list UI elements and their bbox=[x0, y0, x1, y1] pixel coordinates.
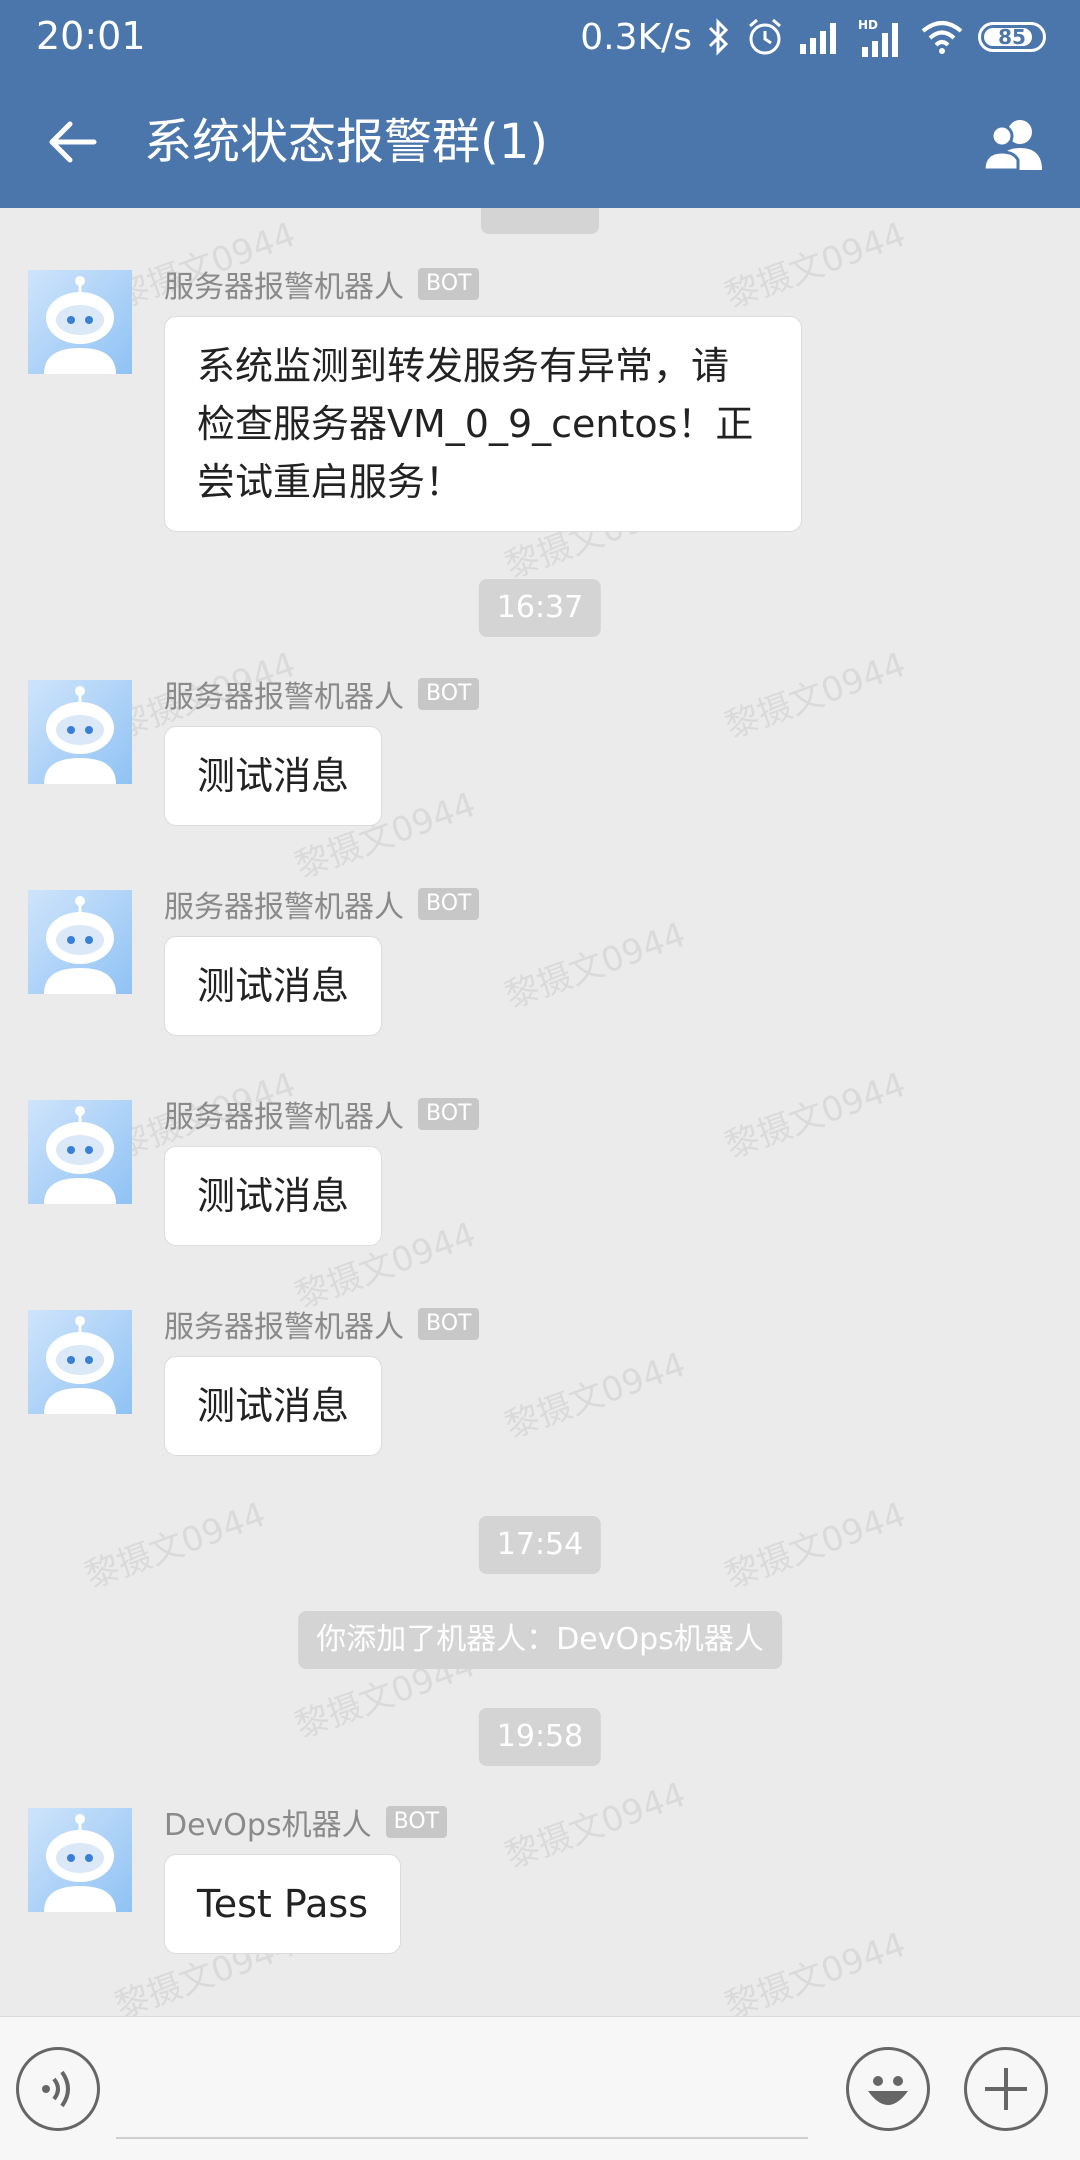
sender-name: 服务器报警机器人 bbox=[164, 1100, 404, 1135]
sender-row: 服务器报警机器人 BOT bbox=[164, 882, 480, 926]
time-divider: 19:58 bbox=[478, 1708, 602, 1766]
watermark: 黎摄文0944 bbox=[500, 914, 691, 1017]
message-bubble[interactable]: 测试消息 bbox=[164, 1356, 383, 1456]
time-divider: 16:37 bbox=[478, 579, 602, 637]
sender-row: DevOps机器人 BOT bbox=[164, 1800, 448, 1844]
bot-avatar[interactable] bbox=[28, 1100, 132, 1204]
message-text: 测试消息 bbox=[197, 1384, 350, 1428]
time-divider: 17:54 bbox=[478, 1516, 602, 1574]
back-arrow-icon bbox=[49, 121, 97, 163]
sender-name: DevOps机器人 bbox=[164, 1808, 372, 1843]
status-icons: 0.3K/s HD 85 bbox=[580, 12, 1046, 62]
message-bubble[interactable]: 测试消息 bbox=[164, 1146, 383, 1246]
back-button[interactable] bbox=[36, 106, 108, 178]
watermark: 黎摄文0944 bbox=[720, 1494, 911, 1597]
group-members-icon bbox=[982, 120, 1042, 172]
net-speed: 0.3K/s bbox=[580, 16, 692, 58]
bot-avatar[interactable] bbox=[28, 1310, 132, 1414]
bot-avatar[interactable] bbox=[28, 270, 132, 374]
bot-badge: BOT bbox=[418, 1308, 480, 1340]
alarm-icon bbox=[746, 17, 784, 57]
wifi-icon bbox=[920, 19, 964, 55]
watermark: 黎摄文0944 bbox=[720, 1924, 911, 2016]
robot-avatar-icon bbox=[44, 686, 116, 784]
sender-row: 服务器报警机器人 BOT bbox=[164, 672, 480, 716]
message-text: 系统监测到转发服务有异常，请 检查服务器VM_0_9_centos！正 尝试重启… bbox=[197, 344, 754, 504]
svg-text:HD: HD bbox=[858, 18, 878, 32]
bot-avatar[interactable] bbox=[28, 890, 132, 994]
sender-name: 服务器报警机器人 bbox=[164, 1310, 404, 1345]
signal-icon bbox=[798, 20, 842, 54]
watermark: 黎摄文0944 bbox=[500, 1774, 691, 1877]
status-bar: 20:01 0.3K/s HD 85 bbox=[0, 0, 1080, 76]
plus-icon bbox=[985, 2068, 1027, 2110]
voice-button[interactable] bbox=[16, 2047, 100, 2131]
emoji-icon bbox=[868, 2076, 908, 2105]
bot-badge: BOT bbox=[418, 888, 480, 920]
sender-name: 服务器报警机器人 bbox=[164, 680, 404, 715]
message-bubble[interactable]: 测试消息 bbox=[164, 936, 383, 1036]
sender-row: 服务器报警机器人 BOT bbox=[164, 1092, 480, 1136]
battery-icon: 85 bbox=[978, 22, 1046, 52]
bot-avatar[interactable] bbox=[28, 680, 132, 784]
message-text: 测试消息 bbox=[197, 964, 350, 1008]
bot-badge: BOT bbox=[418, 678, 480, 710]
chat-title: 系统状态报警群(1) bbox=[144, 114, 548, 170]
group-members-button[interactable] bbox=[974, 104, 1054, 184]
watermark: 黎摄文0944 bbox=[720, 1064, 911, 1167]
robot-avatar-icon bbox=[44, 1814, 116, 1912]
message-text: Test Pass bbox=[197, 1882, 368, 1926]
watermark: 黎摄文0944 bbox=[80, 1494, 271, 1597]
title-bar: 系统状态报警群(1) bbox=[0, 76, 1080, 208]
message-text: 测试消息 bbox=[197, 754, 350, 798]
chat-area[interactable]: 黎摄文0944 黎摄文0944 黎摄文0944 黎摄文0944 黎摄文0944 … bbox=[0, 208, 1080, 2016]
status-time: 20:01 bbox=[36, 14, 146, 58]
sender-name: 服务器报警机器人 bbox=[164, 270, 404, 305]
sender-row: 服务器报警机器人 BOT bbox=[164, 262, 480, 306]
sender-row: 服务器报警机器人 BOT bbox=[164, 1302, 480, 1346]
voice-icon bbox=[42, 2070, 70, 2108]
watermark: 黎摄文0944 bbox=[720, 214, 911, 317]
message-input[interactable] bbox=[116, 2039, 808, 2139]
time-divider-partial bbox=[481, 208, 599, 234]
message-bubble[interactable]: Test Pass bbox=[164, 1854, 401, 1954]
robot-avatar-icon bbox=[44, 276, 116, 374]
battery-level: 85 bbox=[998, 25, 1026, 49]
hd-signal-icon: HD bbox=[856, 17, 906, 57]
bot-badge: BOT bbox=[418, 1098, 480, 1130]
robot-avatar-icon bbox=[44, 1316, 116, 1414]
system-notice: 你添加了机器人：DevOps机器人 bbox=[298, 1611, 782, 1669]
bot-badge: BOT bbox=[385, 1806, 448, 1838]
emoji-button[interactable] bbox=[846, 2047, 930, 2131]
robot-avatar-icon bbox=[44, 896, 116, 994]
bot-badge: BOT bbox=[418, 268, 480, 300]
bluetooth-icon bbox=[706, 17, 732, 57]
robot-avatar-icon bbox=[44, 1106, 116, 1204]
watermark: 黎摄文0944 bbox=[500, 1344, 691, 1447]
message-bubble[interactable]: 系统监测到转发服务有异常，请 检查服务器VM_0_9_centos！正 尝试重启… bbox=[164, 316, 802, 532]
message-text: 测试消息 bbox=[197, 1174, 350, 1218]
more-button[interactable] bbox=[964, 2047, 1048, 2131]
sender-name: 服务器报警机器人 bbox=[164, 890, 404, 925]
input-bar bbox=[0, 2016, 1080, 2160]
bot-avatar[interactable] bbox=[28, 1808, 132, 1912]
message-bubble[interactable]: 测试消息 bbox=[164, 726, 383, 826]
watermark: 黎摄文0944 bbox=[720, 644, 911, 747]
